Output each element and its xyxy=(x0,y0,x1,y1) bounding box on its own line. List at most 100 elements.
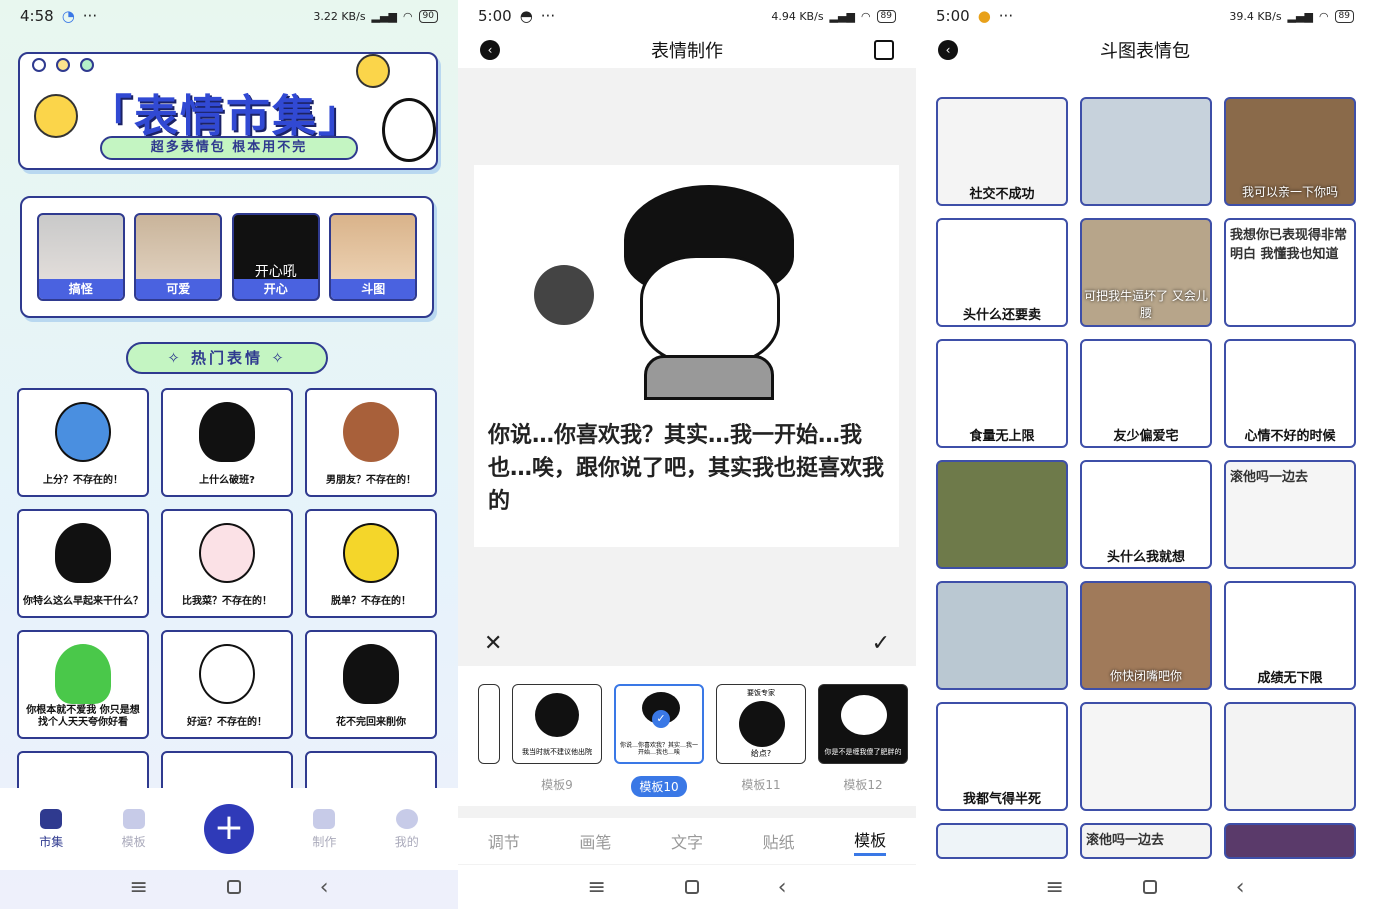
sticker-item[interactable]: 成绩无下限 xyxy=(1224,581,1356,690)
pig-head-icon xyxy=(199,523,255,583)
hot-section-title[interactable]: ✧ 热门表情 ✧ xyxy=(126,342,328,374)
tab-market[interactable]: 市集 xyxy=(39,808,63,850)
tool-tab-bar: 调节 画笔 文字 贴纸 模板 xyxy=(458,818,916,864)
sticker-item[interactable] xyxy=(1080,97,1212,206)
network-speed: 39.4 KB/s xyxy=(1229,9,1282,23)
sticker-item[interactable]: 滚他吗一边去 xyxy=(1224,460,1356,569)
sticker-item[interactable] xyxy=(1224,702,1356,811)
category-fight[interactable]: 斗图 xyxy=(329,213,418,301)
meme-card[interactable]: 上分？不存在的！ xyxy=(17,388,149,497)
sticker-item[interactable]: 我想你已表现得非常明白 我懂我也知道 xyxy=(1224,218,1356,327)
sticker-item[interactable]: 食量无上限 xyxy=(936,339,1068,448)
meme-card[interactable]: 比我菜？不存在的！ xyxy=(161,509,293,618)
confirm-icon[interactable]: ✓ xyxy=(872,631,890,656)
market-screen: 4:58 ◔ ··· 3.22 KB/s ▂▄▆ ◠ 90 「表情市集」 超多表情包 根本… xyxy=(0,0,458,909)
template-item[interactable]: 我当时就不建议他出院 模板9 xyxy=(512,684,602,806)
sticker-item[interactable] xyxy=(936,823,1068,859)
page-title: 表情制作 xyxy=(651,41,723,62)
category-cute[interactable]: 可爱 xyxy=(134,213,223,301)
sticker-item[interactable]: 头什么我就想 xyxy=(1080,460,1212,569)
hero-banner: 「表情市集」 超多表情包 根本用不完 xyxy=(18,52,438,170)
tab-sticker[interactable]: 贴纸 xyxy=(763,829,795,853)
back-chevron-icon[interactable]: ‹ xyxy=(1236,875,1245,900)
create-plus-button[interactable]: + xyxy=(203,804,254,854)
tab-profile[interactable]: 我的 xyxy=(395,808,419,850)
signal-icon: ▂▄▆ xyxy=(829,9,855,23)
selected-check-icon: ✓ xyxy=(652,710,670,728)
maker-topbar: ‹ 表情制作 xyxy=(458,32,916,68)
template-icon xyxy=(122,808,145,829)
sticker-caption: 友少偏爱宅 xyxy=(1113,429,1179,444)
template-thumb: ✓ 你说…你喜欢我？其实…我一开始…我也…唉 xyxy=(614,684,704,764)
menu-icon[interactable]: ≡ xyxy=(587,875,605,900)
back-chevron-icon[interactable]: ‹ xyxy=(320,875,329,900)
sticker-caption: 滚他吗一边去 xyxy=(1086,833,1165,848)
back-button[interactable]: ‹ xyxy=(938,40,958,60)
sticker-item[interactable]: 滚他吗一边去 xyxy=(1080,823,1212,859)
sticker-item[interactable]: 你快闭嘴吧你 xyxy=(1080,581,1212,690)
sticker-item[interactable] xyxy=(936,581,1068,690)
signal-icon: ▂▄▆ xyxy=(371,9,397,23)
system-nav-bar: ≡ ‹ xyxy=(0,865,458,909)
meme-card[interactable]: 你特么这么早起来干什么？ xyxy=(17,509,149,618)
template-item[interactable] xyxy=(478,684,500,806)
tab-templates[interactable]: 模板 xyxy=(122,808,146,850)
template-thumb: 你是不是缠我傻了肥胖的 xyxy=(818,684,908,764)
page-title: 斗图表情包 xyxy=(1100,41,1190,62)
back-chevron-icon[interactable]: ‹ xyxy=(778,875,787,900)
sticker-item[interactable]: 可把我牛逼坏了 又会儿腰 xyxy=(1080,218,1212,327)
bunny-head-icon xyxy=(199,644,255,704)
sticker-item[interactable]: 心情不好的时候 xyxy=(1224,339,1356,448)
save-icon[interactable] xyxy=(874,40,894,60)
menu-icon[interactable]: ≡ xyxy=(1045,875,1063,900)
status-bar: 4:58 ◔ ··· 3.22 KB/s ▂▄▆ ◠ 90 xyxy=(0,0,458,32)
home-square-icon[interactable] xyxy=(226,880,241,894)
sticker-caption: 头什么还要卖 xyxy=(962,308,1041,323)
sticker-item[interactable]: 我可以亲一下你吗 xyxy=(1224,97,1356,206)
sticker-item[interactable]: 我都气得半死 xyxy=(936,702,1068,811)
user-icon xyxy=(395,808,418,829)
sticker-caption: 成绩无下限 xyxy=(1257,671,1323,686)
template-item[interactable]: 要饭专家 给点? 模板11 xyxy=(716,684,806,806)
category-label: 开心 xyxy=(233,279,318,299)
battery-icon: 90 xyxy=(418,9,438,23)
cancel-icon[interactable]: ✕ xyxy=(484,631,502,656)
category-funny[interactable]: 搞怪 xyxy=(36,213,125,301)
tab-make[interactable]: 制作 xyxy=(312,808,336,850)
sticker-item[interactable]: 头什么还要卖 xyxy=(936,218,1068,327)
mushroom-head-icon xyxy=(199,402,255,462)
wifi-icon: ◠ xyxy=(1318,9,1329,23)
meme-card[interactable]: 你根本就不爱我 你只是想找个人天天夸你好看 xyxy=(17,630,149,739)
sticker-caption: 我想你已表现得非常明白 我懂我也知道 xyxy=(1230,228,1348,262)
sticker-item[interactable]: 社交不成功 xyxy=(936,97,1068,206)
meme-card[interactable]: 脱单？不存在的！ xyxy=(305,509,437,618)
meme-canvas[interactable]: 你说…你喜欢我？其实…我一开始…我也…唉，跟你说了吧，其实我也挺喜欢我的 xyxy=(474,165,899,547)
meme-card[interactable]: 上什么破班? xyxy=(161,388,293,497)
meme-card[interactable]: 男朋友？不存在的！ xyxy=(305,388,437,497)
battery-icon: 89 xyxy=(876,9,896,23)
category-happy[interactable]: 开心吼 开心 xyxy=(231,213,320,301)
home-square-icon[interactable] xyxy=(684,880,699,894)
tab-adjust[interactable]: 调节 xyxy=(488,829,520,853)
sticker-caption: 心情不好的时候 xyxy=(1244,429,1336,444)
back-button[interactable]: ‹ xyxy=(480,40,500,60)
tab-brush[interactable]: 画笔 xyxy=(579,829,611,853)
status-time: 4:58 xyxy=(20,7,54,25)
network-speed: 3.22 KB/s xyxy=(313,9,366,23)
template-item-selected[interactable]: ✓ 你说…你喜欢我？其实…我一开始…我也…唉 模板10 xyxy=(614,684,704,806)
template-item[interactable]: 你是不是缠我傻了肥胖的 模板12 xyxy=(818,684,908,806)
sticker-item[interactable] xyxy=(1224,823,1356,859)
sticker-item[interactable] xyxy=(936,460,1068,569)
sticker-item[interactable]: 友少偏爱宅 xyxy=(1080,339,1212,448)
tab-text[interactable]: 文字 xyxy=(671,829,703,853)
meme-card[interactable]: 花不完回来削你 xyxy=(305,630,437,739)
tab-template[interactable]: 模板 xyxy=(854,827,887,856)
home-square-icon[interactable] xyxy=(1142,880,1157,894)
sticker-caption: 可把我牛逼坏了 又会儿腰 xyxy=(1084,289,1208,320)
canvas-caption[interactable]: 你说…你喜欢我？其实…我一开始…我也…唉，跟你说了吧，其实我也挺喜欢我的 xyxy=(488,419,893,518)
sticker-item[interactable] xyxy=(1080,702,1212,811)
edit-action-row: ✕ ✓ xyxy=(458,624,916,662)
meme-card[interactable]: 好运？不存在的！ xyxy=(161,630,293,739)
category-label: 搞怪 xyxy=(38,279,123,299)
menu-icon[interactable]: ≡ xyxy=(129,875,147,900)
